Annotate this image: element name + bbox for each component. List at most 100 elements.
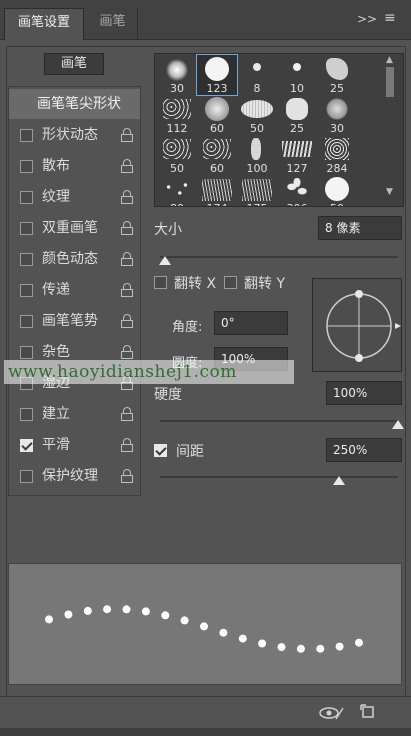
spacing-input[interactable]: 250% bbox=[326, 438, 402, 462]
option-checkbox[interactable] bbox=[20, 408, 33, 421]
panel-menu-icon[interactable]: ≡ bbox=[384, 10, 396, 26]
brush-preset[interactable]: 25 bbox=[317, 55, 357, 95]
option-checkbox[interactable] bbox=[20, 160, 33, 173]
brush-preset[interactable]: 30 bbox=[157, 55, 197, 95]
brush-preset[interactable]: 25 bbox=[277, 95, 317, 135]
angle-label: 角度: bbox=[172, 320, 203, 335]
size-slider-handle[interactable] bbox=[158, 256, 171, 265]
angle-input[interactable]: 0° bbox=[214, 311, 288, 335]
stroke-dot bbox=[64, 610, 73, 619]
toggle-visibility-icon[interactable] bbox=[318, 705, 344, 721]
brush-preset[interactable]: 50 bbox=[237, 95, 277, 135]
scroll-down-icon[interactable]: ▼ bbox=[386, 187, 393, 197]
stroke-preview-dots bbox=[45, 605, 363, 653]
brush-preset[interactable]: 10 bbox=[277, 55, 317, 95]
lock-icon[interactable] bbox=[121, 469, 134, 483]
lock-icon[interactable] bbox=[121, 159, 134, 173]
preset-size-label: 80 bbox=[157, 202, 197, 206]
brush-preset[interactable]: 284 bbox=[317, 135, 357, 175]
brush-preset[interactable]: 80 bbox=[157, 175, 197, 206]
lock-icon[interactable] bbox=[121, 128, 134, 142]
option-checkbox[interactable] bbox=[20, 253, 33, 266]
option-row[interactable]: 散布 bbox=[9, 151, 140, 181]
angle-roundness-widget[interactable] bbox=[312, 278, 402, 372]
preset-size-label: 25 bbox=[330, 82, 344, 95]
scroll-thumb[interactable] bbox=[386, 67, 394, 97]
option-label: 颜色动态 bbox=[42, 251, 98, 267]
brush-button[interactable]: 画笔 bbox=[44, 53, 104, 75]
hardness-input[interactable]: 100% bbox=[326, 381, 402, 405]
preset-size-label: 25 bbox=[290, 122, 304, 135]
option-row[interactable]: 平滑 bbox=[9, 430, 140, 460]
lock-icon[interactable] bbox=[121, 283, 134, 297]
option-row[interactable]: 纹理 bbox=[9, 182, 140, 212]
spacing-slider-track[interactable] bbox=[160, 476, 398, 478]
preset-size-label: 112 bbox=[166, 122, 188, 135]
spacing-checkbox[interactable] bbox=[154, 444, 167, 457]
option-row[interactable]: 画笔笔势 bbox=[9, 306, 140, 336]
brush-preset[interactable]: 112 bbox=[157, 95, 197, 135]
option-row[interactable]: 传递 bbox=[9, 275, 140, 305]
option-checkbox[interactable] bbox=[20, 191, 33, 204]
option-row[interactable]: 画笔笔尖形状 bbox=[9, 89, 140, 119]
tab-brush-settings[interactable]: 画笔设置 bbox=[4, 8, 84, 40]
size-label: 大小 bbox=[154, 222, 182, 238]
brush-preset[interactable]: 60 bbox=[197, 95, 237, 135]
stroke-dot bbox=[296, 644, 305, 653]
brush-preset[interactable]: 174 bbox=[197, 175, 237, 206]
brush-preset[interactable]: 100 bbox=[237, 135, 277, 175]
flip-y-checkbox[interactable] bbox=[224, 276, 237, 289]
lock-icon[interactable] bbox=[121, 252, 134, 266]
brush-preset[interactable]: 8 bbox=[237, 55, 277, 95]
hardness-slider-track[interactable] bbox=[160, 420, 398, 422]
lock-icon[interactable] bbox=[121, 345, 134, 359]
lock-icon[interactable] bbox=[121, 314, 134, 328]
option-row[interactable]: 形状动态 bbox=[9, 120, 140, 150]
watermark: www.haoyidianshej1.com bbox=[4, 360, 294, 384]
option-checkbox[interactable] bbox=[20, 346, 33, 359]
tab-brush[interactable]: 画笔 bbox=[88, 8, 138, 40]
collapse-icon[interactable]: >> bbox=[357, 12, 377, 26]
option-row[interactable]: 双重画笔 bbox=[9, 213, 140, 243]
option-checkbox[interactable] bbox=[20, 470, 33, 483]
lock-icon[interactable] bbox=[121, 407, 134, 421]
option-row[interactable]: 颜色动态 bbox=[9, 244, 140, 274]
brush-preset[interactable]: 123 bbox=[196, 54, 238, 96]
new-brush-icon[interactable] bbox=[360, 704, 376, 720]
stroke-dot bbox=[161, 611, 170, 620]
brush-preset[interactable]: 306 bbox=[277, 175, 317, 206]
brush-preset[interactable]: 60 bbox=[197, 135, 237, 175]
brush-preset[interactable]: 50 bbox=[317, 175, 357, 206]
lock-icon[interactable] bbox=[121, 221, 134, 235]
brush-preset[interactable]: 127 bbox=[277, 135, 317, 175]
lock-icon[interactable] bbox=[121, 190, 134, 204]
option-row[interactable]: 保护纹理 bbox=[9, 461, 140, 491]
flip-x-checkbox[interactable] bbox=[154, 276, 167, 289]
stroke-dot bbox=[238, 634, 247, 643]
preset-size-label: 10 bbox=[290, 82, 304, 95]
preset-size-label: 50 bbox=[250, 122, 264, 135]
preset-size-label: 30 bbox=[330, 122, 344, 135]
brush-preset[interactable]: 30 bbox=[317, 95, 357, 135]
lock-icon[interactable] bbox=[121, 438, 134, 452]
option-checkbox[interactable] bbox=[20, 315, 33, 328]
option-checkbox[interactable] bbox=[20, 284, 33, 297]
scroll-up-icon[interactable]: ▲ bbox=[386, 55, 393, 65]
preset-size-label: 100 bbox=[246, 162, 268, 175]
hardness-slider-handle[interactable] bbox=[392, 420, 404, 429]
panel-bottom-bar bbox=[0, 728, 411, 736]
option-checkbox[interactable] bbox=[20, 222, 33, 235]
option-checkbox[interactable] bbox=[20, 439, 33, 452]
brush-preset[interactable]: 50 bbox=[157, 135, 197, 175]
stroke-dot bbox=[277, 643, 286, 652]
option-checkbox[interactable] bbox=[20, 129, 33, 142]
size-slider-track[interactable] bbox=[160, 256, 398, 258]
spacing-slider-handle[interactable] bbox=[332, 476, 345, 485]
brush-preset[interactable]: 175 bbox=[237, 175, 277, 206]
size-input[interactable]: 8 像素 bbox=[318, 216, 402, 240]
preset-size-label: 306 bbox=[277, 202, 317, 206]
stroke-dot bbox=[180, 616, 189, 625]
presets-scrollbar[interactable]: ▲ ▼ bbox=[380, 55, 402, 205]
option-row[interactable]: 建立 bbox=[9, 399, 140, 429]
option-label: 画笔笔势 bbox=[42, 313, 98, 329]
